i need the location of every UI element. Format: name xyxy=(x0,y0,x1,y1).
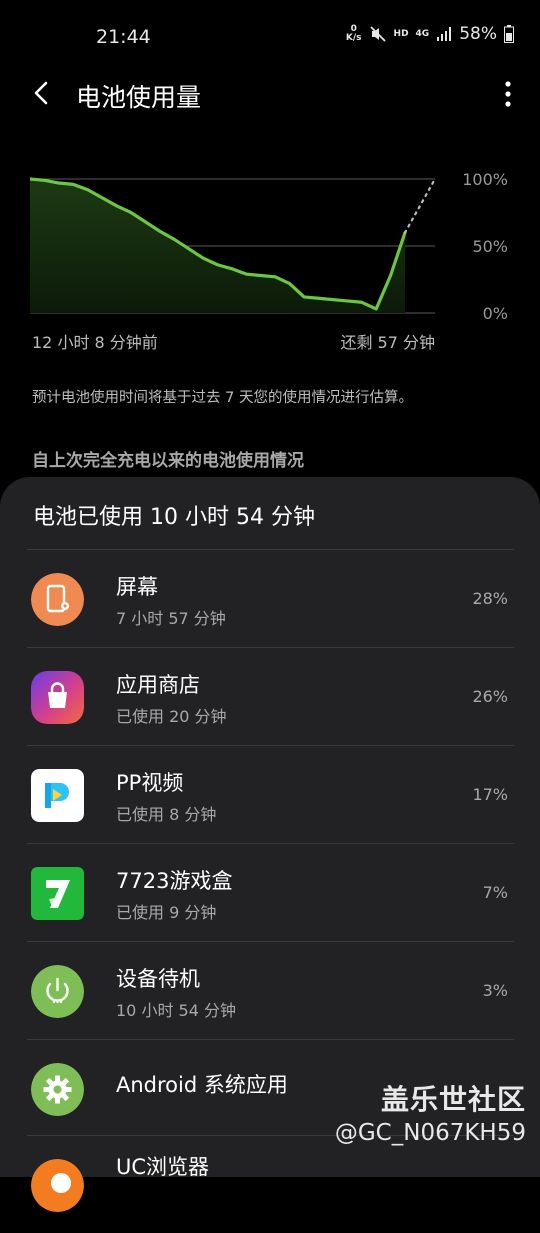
app-row-pp-video[interactable]: PP视频 已使用 8 分钟 17% xyxy=(0,745,540,843)
y-tick-100: 100% xyxy=(462,170,508,189)
app-percent: 26% xyxy=(472,687,508,706)
galaxy-store-icon xyxy=(31,671,84,724)
sheet-title: 电池已使用 10 小时 54 分钟 xyxy=(33,505,315,530)
hd-indicator: HD xyxy=(393,28,409,39)
power-icon xyxy=(31,965,84,1018)
app-name: 应用商店 xyxy=(116,673,200,697)
app-name: 7723游戏盒 xyxy=(116,869,233,893)
chart-end-label: 还剩 57 分钟 xyxy=(340,333,435,352)
app-usage-time: 7 小时 57 分钟 xyxy=(116,609,226,628)
network-type: 4G xyxy=(415,28,430,39)
app-usage-time: 10 小时 54 分钟 xyxy=(116,1001,236,1020)
app-row-galaxy-store[interactable]: 应用商店 已使用 20 分钟 26% xyxy=(0,647,540,745)
app-usage-time: 已使用 8 分钟 xyxy=(116,805,217,824)
forecast-line xyxy=(403,177,437,234)
screen-icon xyxy=(31,573,84,626)
app-name: 设备待机 xyxy=(116,967,200,991)
app-name: PP视频 xyxy=(116,771,184,795)
y-tick-0: 0% xyxy=(483,304,508,323)
estimate-note: 预计电池使用时间将基于过去 7 天您的使用情况进行估算。 xyxy=(32,390,413,406)
signal-icon xyxy=(437,27,452,41)
app-row-screen[interactable]: 屏幕 7 小时 57 分钟 28% xyxy=(0,549,540,647)
status-bar: 21:44 0 K/s HD 4G 58% xyxy=(0,0,540,72)
status-icons: 0 K/s HD 4G 58% xyxy=(346,24,514,44)
battery-icon xyxy=(504,25,514,43)
app-bar: 电池使用量 xyxy=(0,72,540,118)
mute-icon xyxy=(369,26,386,42)
section-title: 自上次完全充电以来的电池使用情况 xyxy=(32,451,304,471)
watermark-user: @GC_N067KH59 xyxy=(334,1120,526,1146)
back-icon[interactable] xyxy=(28,78,58,108)
more-options-icon[interactable] xyxy=(504,80,512,108)
status-time: 21:44 xyxy=(96,26,151,48)
usage-sheet: 电池已使用 10 小时 54 分钟 屏幕 7 小时 57 分钟 28% 应用商店… xyxy=(0,477,540,1212)
app-row-device-idle[interactable]: 设备待机 10 小时 54 分钟 3% xyxy=(0,941,540,1039)
app-name: UC浏览器 xyxy=(116,1155,210,1179)
uc-browser-icon xyxy=(31,1159,84,1212)
settings-icon xyxy=(31,1063,84,1116)
net-speed-indicator: 0 K/s xyxy=(345,24,362,43)
app-name: 屏幕 xyxy=(116,575,158,599)
battery-percent: 58% xyxy=(459,24,497,44)
app-percent: 3% xyxy=(482,981,508,1000)
app-percent: 7% xyxy=(482,883,508,902)
app-usage-time: 已使用 20 分钟 xyxy=(116,707,227,726)
chart-start-label: 12 小时 8 分钟前 xyxy=(32,333,158,352)
battery-chart: 100% 50% 0% xyxy=(30,170,508,323)
pp-video-icon xyxy=(31,769,84,822)
app-percent: 17% xyxy=(472,785,508,804)
page-title: 电池使用量 xyxy=(76,83,202,112)
watermark-brand: 盖乐世社区 xyxy=(380,1083,526,1116)
app-usage-time: 已使用 9 分钟 xyxy=(116,903,217,922)
app-row-7723[interactable]: 7723游戏盒 已使用 9 分钟 7% xyxy=(0,843,540,941)
app-name: Android 系统应用 xyxy=(116,1073,288,1097)
app-percent: 28% xyxy=(472,589,508,608)
y-tick-50: 50% xyxy=(472,237,508,256)
game-box-icon xyxy=(31,867,84,920)
app-row-uc-browser[interactable]: UC浏览器 xyxy=(0,1135,540,1233)
